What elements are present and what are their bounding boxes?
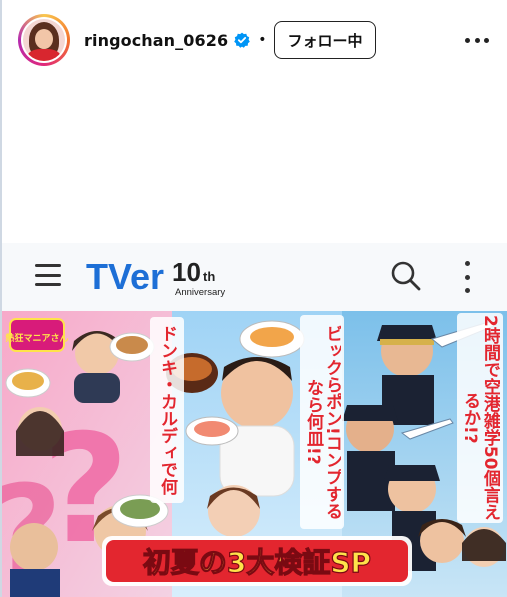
banner-artwork: ? ? 熱狂マニアさん [2, 311, 507, 597]
banner-title: 初夏の3大検証SP [143, 546, 371, 579]
show-logo-badge: 熱狂マニアさん [5, 332, 68, 344]
instagram-post: ringochan_0626 • フォロー中 TVer 10 th Annive… [0, 0, 507, 597]
post-header: ringochan_0626 • フォロー中 [2, 0, 507, 80]
tver-logo: TVer 10 th Anniversary [86, 256, 225, 298]
left-caption-text: ドンキ・カルディで何kg痩せる? [157, 325, 177, 495]
anniversary-number: 10 [172, 257, 201, 287]
more-options-icon[interactable] [465, 32, 489, 48]
kebab-icon [462, 261, 472, 293]
anniversary-suffix: th [203, 269, 215, 284]
program-banner: ? ? 熱狂マニアさん [2, 311, 507, 597]
middle-caption-text: ビックらポン!コンプするなら何皿!? [303, 324, 341, 520]
tver-brand-text: TVer [86, 256, 164, 297]
right-caption-text: 2時間で空港雑学50個言えるか!? [460, 315, 500, 521]
hamburger-icon [35, 264, 61, 286]
following-button[interactable]: フォロー中 [274, 21, 376, 59]
post-media-image: TVer 10 th Anniversary ? 熱狂マニアさん 初夏の3大検証… [2, 243, 507, 597]
verified-badge-icon [234, 32, 251, 48]
avatar[interactable] [18, 14, 70, 66]
separator-dot: • [258, 32, 267, 48]
avatar-photo [23, 19, 65, 61]
tver-app-header: TVer 10 th Anniversary [2, 243, 507, 311]
search-icon [391, 261, 421, 291]
username-link[interactable]: ringochan_0626 [84, 31, 228, 50]
anniversary-word: Anniversary [175, 287, 225, 298]
